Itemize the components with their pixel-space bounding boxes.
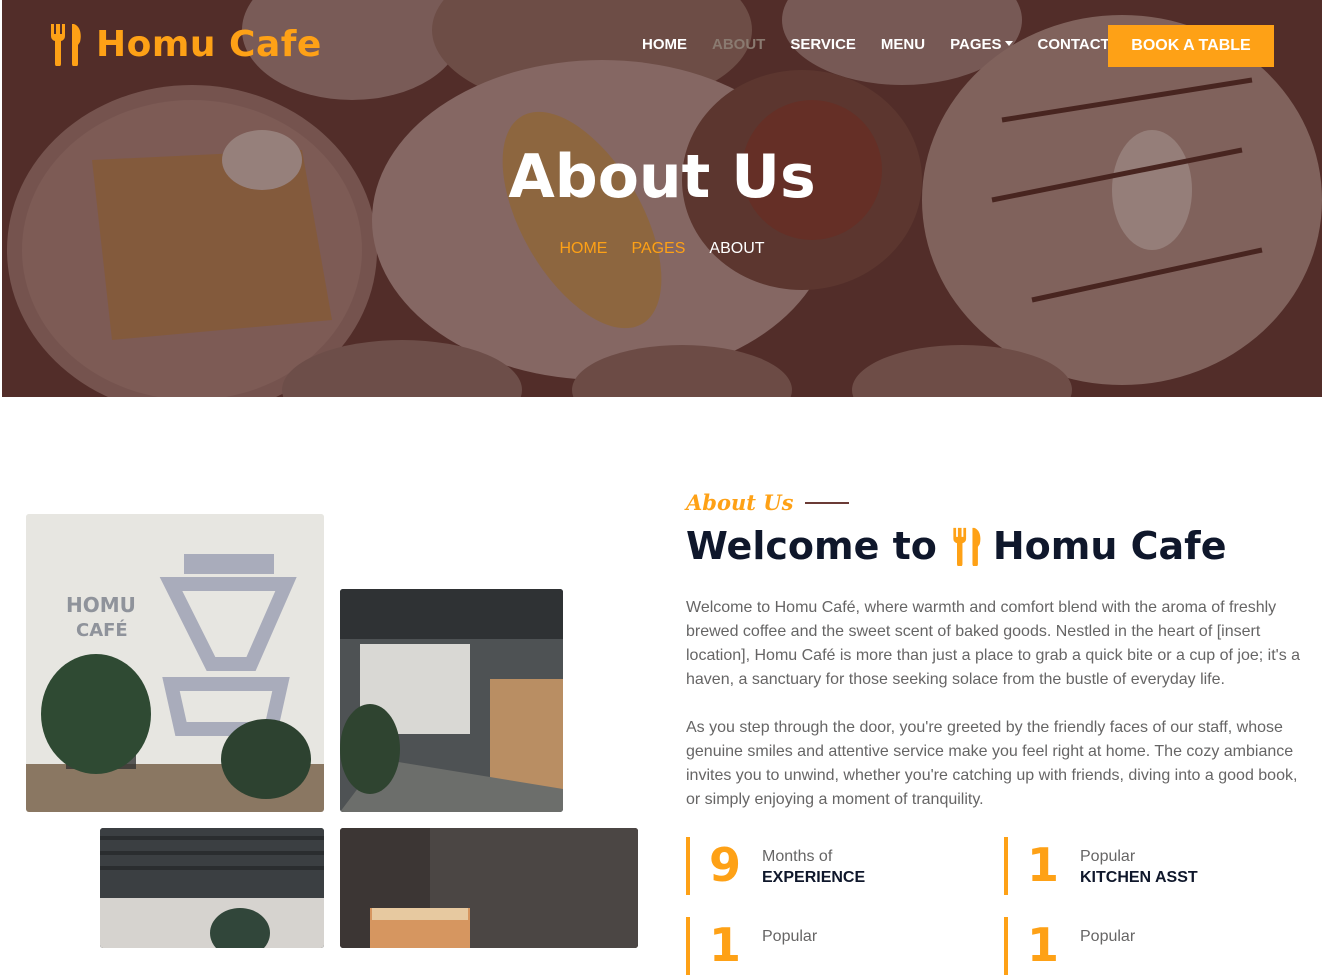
stat-text: Months of Experience xyxy=(762,847,865,889)
about-photo-seating xyxy=(100,828,324,948)
nav-pages-dropdown[interactable]: Pages xyxy=(950,36,1013,53)
stat-number: 9 xyxy=(708,838,741,892)
stat-label: Popular xyxy=(1080,848,1136,865)
nav-service-link[interactable]: Service xyxy=(790,36,856,53)
nav-contact-link[interactable]: Contact xyxy=(1038,36,1110,53)
stat-text: Popular xyxy=(762,927,817,947)
utensils-icon xyxy=(50,24,81,66)
heading-prefix: Welcome to xyxy=(686,524,937,568)
nav-about-link[interactable]: About xyxy=(712,36,765,53)
stat-text: Popular Kitchen Asst xyxy=(1080,847,1198,889)
page-title: About Us xyxy=(508,142,816,212)
heading-brand: Homu Cafe xyxy=(992,524,1227,568)
cafe-interior-image xyxy=(340,589,563,812)
nav-menu-link[interactable]: Menu xyxy=(881,36,925,53)
brand-name: Homu Cafe xyxy=(96,23,322,65)
breadcrumb-current: About xyxy=(709,240,765,257)
breadcrumb-separator: / xyxy=(607,240,631,258)
about-photo-drink xyxy=(340,828,638,948)
breadcrumb-separator: / xyxy=(685,240,709,258)
stat-label: Popular xyxy=(1080,928,1136,945)
nav-menu: Home About Service Menu Pages Contact xyxy=(642,36,1135,53)
about-photo-cafe-sign: HOMU CAFÉ xyxy=(26,514,324,812)
subtitle-divider xyxy=(805,501,850,504)
breadcrumb: Home / Pages / About xyxy=(2,240,1322,258)
cafe-seating-image xyxy=(100,828,324,948)
about-heading: Welcome to Homu Cafe xyxy=(686,524,1226,568)
stat-strong: Experience xyxy=(762,869,866,886)
caret-down-icon xyxy=(1004,41,1013,46)
navbar: Homu Cafe Home About Service Menu Pages … xyxy=(2,0,1322,92)
book-table-button[interactable]: Book A Table xyxy=(1108,25,1274,67)
iced-drink-image xyxy=(340,828,638,948)
svg-text:CAFÉ: CAFÉ xyxy=(76,619,128,641)
breadcrumb-pages[interactable]: Pages xyxy=(631,240,685,258)
about-paragraph-1: Welcome to Homu Café, where warmth and c… xyxy=(686,599,1301,688)
stat-kitchen-asst: 1 Popular Kitchen Asst xyxy=(1004,837,1304,895)
hero-section: Homu Cafe Home About Service Menu Pages … xyxy=(2,0,1322,397)
stat-text: Popular xyxy=(1080,927,1135,947)
cafe-sign-image: HOMU CAFÉ xyxy=(26,514,324,812)
stat-number: 1 xyxy=(1026,838,1059,892)
brand-logo[interactable]: Homu Cafe xyxy=(48,22,322,66)
stat-popular-4: 1 Popular xyxy=(1004,917,1304,975)
stat-number: 1 xyxy=(708,918,741,972)
stat-label: Popular xyxy=(762,928,818,945)
stat-number: 1 xyxy=(1026,918,1059,972)
stat-strong: Kitchen Asst xyxy=(1080,869,1198,886)
nav-home-link[interactable]: Home xyxy=(642,36,687,53)
stat-label: Months of xyxy=(762,848,833,865)
about-subtitle-text: About Us xyxy=(686,490,794,515)
nav-pages-label: Pages xyxy=(950,36,1002,53)
about-subtitle: About Us xyxy=(686,490,850,515)
stat-experience: 9 Months of Experience xyxy=(686,837,986,895)
svg-text:HOMU: HOMU xyxy=(66,593,136,617)
breadcrumb-home[interactable]: Home xyxy=(559,240,607,258)
about-photo-interior xyxy=(340,589,563,812)
about-paragraph-2: As you step through the door, you're gre… xyxy=(686,719,1298,808)
stat-popular-3: 1 Popular xyxy=(686,917,986,975)
utensils-icon xyxy=(953,527,981,566)
